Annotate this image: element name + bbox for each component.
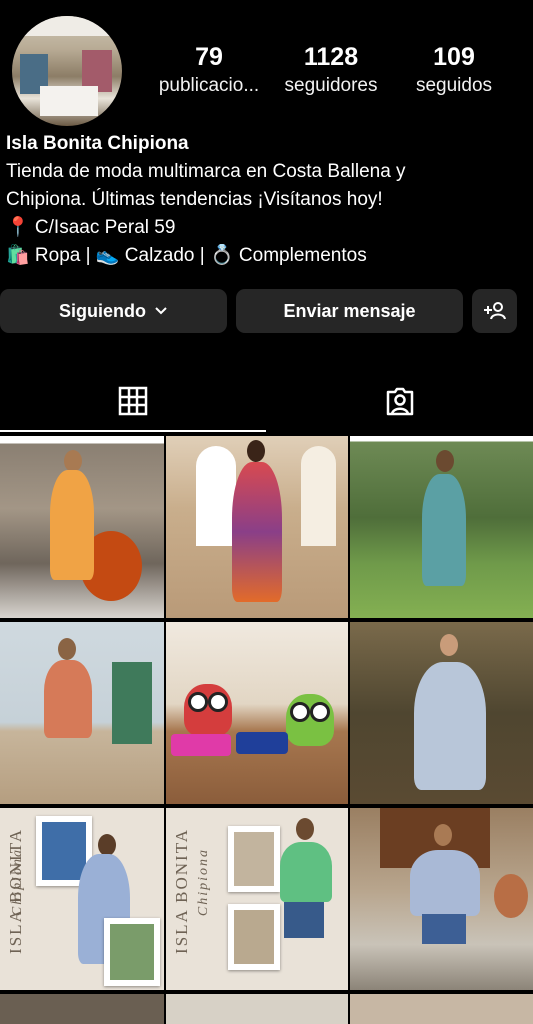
model-head (434, 824, 452, 846)
post-thumbnail[interactable] (166, 436, 348, 618)
model-head (296, 818, 314, 840)
post-thumbnail[interactable]: ISLA BONITA Chipiona (166, 808, 348, 990)
blue-dress (422, 474, 466, 586)
beach-hut (112, 662, 152, 744)
following-button-label: Siguiendo (59, 300, 146, 321)
grid-icon (118, 386, 148, 416)
red-owl-purse (184, 684, 232, 736)
active-tab-indicator (0, 430, 266, 432)
owl-eye (310, 702, 330, 722)
bio-line: Tienda de moda multimarca en Costa Balle… (6, 161, 406, 182)
collage-photo (228, 826, 280, 892)
tab-posts-grid[interactable] (0, 370, 266, 432)
posts-grid: ISLA BONITA Chipiona ISLA BONITA Chipion… (0, 436, 533, 1024)
collage-place-text: Chipiona (10, 848, 25, 917)
model-head (58, 638, 76, 660)
tab-tagged[interactable] (267, 370, 533, 432)
collage-photo (104, 918, 160, 986)
followers-count: 1128 (303, 43, 359, 71)
profile-tabs (0, 370, 533, 432)
blue-wallet (236, 732, 288, 754)
avatar-counter (40, 86, 98, 116)
model-head (64, 450, 82, 472)
post-thumbnail[interactable]: ISLA BONITA Chipiona (0, 808, 164, 990)
following-stat[interactable]: 109 seguidos (400, 44, 508, 98)
collage-brand-text: ISLA BONITA (172, 828, 191, 954)
posts-count: 79 (195, 43, 223, 71)
bio-address: 📍 C/Isaac Peral 59 (6, 217, 176, 238)
owl-eye (188, 692, 208, 712)
post-thumbnail[interactable] (350, 436, 533, 618)
post-thumbnail[interactable] (166, 622, 348, 804)
collage-photo (228, 904, 280, 970)
suggested-users-button[interactable] (472, 289, 517, 333)
send-message-button[interactable]: Enviar mensaje (236, 289, 463, 333)
bio-line: Chipiona. Últimas tendencias ¡Visítanos … (6, 189, 383, 210)
post-thumbnail[interactable] (350, 994, 533, 1024)
avatar-ceiling (12, 16, 122, 36)
model-head (436, 450, 454, 472)
green-shirt (280, 842, 332, 902)
arch (301, 446, 336, 546)
profile-name: Isla Bonita Chipiona (6, 133, 189, 154)
post-thumbnail[interactable] (166, 994, 348, 1024)
owl-eye (208, 692, 228, 712)
pink-wallet (171, 734, 231, 756)
profile-avatar[interactable] (12, 16, 122, 126)
post-thumbnail[interactable] (0, 436, 164, 618)
clay-pot (494, 874, 528, 918)
model-head (98, 834, 116, 856)
bio-categories: 🛍️ Ropa | 👟 Calzado | 💍 Complementos (6, 245, 367, 266)
posts-label: publicacio... (158, 75, 260, 96)
followers-stat[interactable]: 1128 seguidores (274, 44, 388, 98)
orange-dress (50, 470, 94, 580)
chevron-down-icon (155, 307, 167, 315)
model-head (247, 440, 265, 462)
send-message-label: Enviar mensaje (283, 300, 416, 321)
white-tunic (414, 662, 486, 790)
owl-eye (290, 702, 310, 722)
followers-label: seguidores (284, 75, 378, 96)
denim-shorts (284, 902, 324, 938)
post-thumbnail[interactable] (0, 994, 164, 1024)
green-owl-purse (286, 694, 334, 746)
model-head (440, 634, 458, 656)
red-dress (232, 462, 282, 602)
posts-stat[interactable]: 79 publicacio... (150, 44, 268, 98)
add-person-icon (483, 302, 506, 320)
post-thumbnail[interactable] (350, 622, 533, 804)
collage-place-text: Chipiona (196, 848, 211, 917)
arch (196, 446, 236, 546)
following-label: seguidos (415, 75, 493, 96)
profile-bio: Tienda de moda multimarca en Costa Balle… (6, 158, 526, 270)
tagged-person-icon (386, 387, 414, 416)
following-button[interactable]: Siguiendo (0, 289, 227, 333)
following-count: 109 (433, 43, 475, 71)
denim-jacket (410, 850, 480, 916)
post-thumbnail[interactable] (350, 808, 533, 990)
post-thumbnail[interactable] (0, 622, 164, 804)
denim-shorts (422, 914, 466, 944)
beach-dress (44, 660, 92, 738)
